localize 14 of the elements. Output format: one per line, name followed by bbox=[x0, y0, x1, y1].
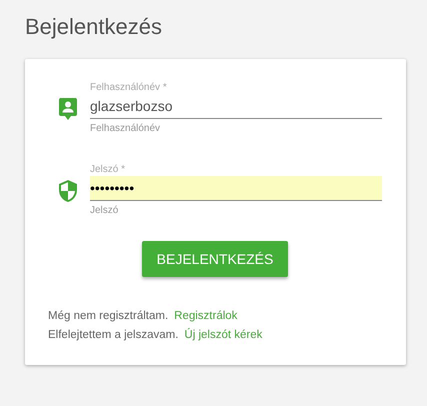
field-hint: Felhasználónév bbox=[90, 123, 162, 135]
field-label: Jelszó * bbox=[90, 163, 126, 176]
input-field[interactable]: glazserbozso bbox=[90, 94, 382, 119]
prompt-text: Még nem regisztráltam. bbox=[48, 310, 168, 322]
field-label: Felhasználónév * bbox=[90, 81, 168, 94]
link[interactable]: Regisztrálok bbox=[174, 310, 238, 322]
page-title: Bejelentkezés bbox=[25, 13, 163, 41]
user-badge-icon bbox=[59, 98, 77, 120]
field-hint: Jelszó bbox=[90, 205, 120, 217]
shield-icon bbox=[59, 180, 77, 202]
login-button[interactable]: BEJELENTKEZÉS bbox=[142, 241, 288, 277]
link[interactable]: Új jelszót kérek bbox=[184, 329, 262, 341]
input-field[interactable]: ••••••••• bbox=[90, 176, 382, 201]
prompt-text: Elfelejtettem a jelszavam. bbox=[48, 329, 178, 341]
